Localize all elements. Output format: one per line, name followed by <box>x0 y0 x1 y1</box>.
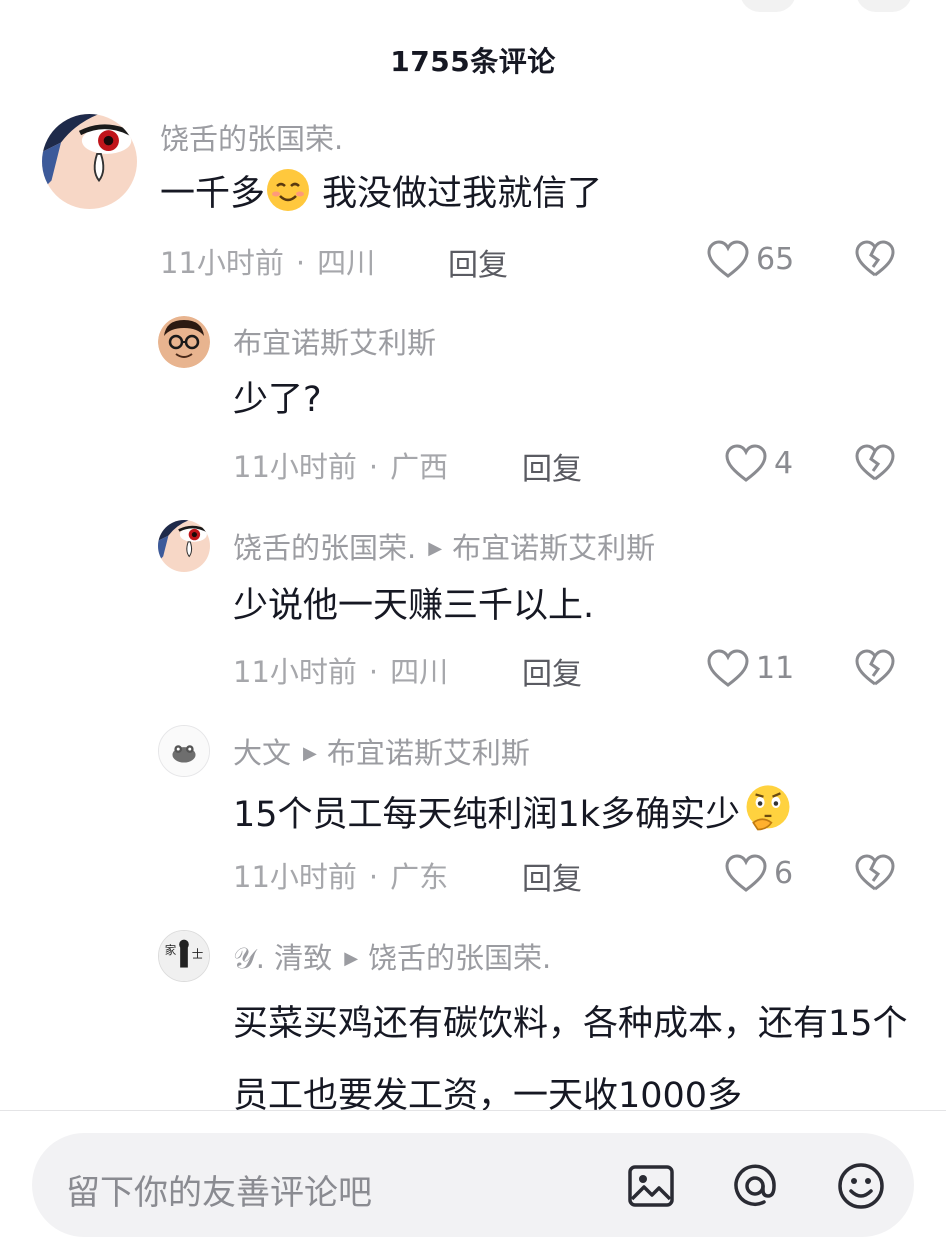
like-count: 65 <box>756 241 795 277</box>
like-count: 11 <box>756 650 795 686</box>
avatar[interactable]: 家 士 <box>158 930 210 982</box>
comment-username[interactable]: 饶舌的张国荣. <box>233 531 416 565</box>
comment-text: 买菜买鸡还有碳饮料，各种成本，还有15个员工也要发工资，一天收1000多 <box>233 1004 908 1110</box>
avatar[interactable] <box>158 316 210 368</box>
like-count: 6 <box>774 855 794 891</box>
meta-separator: · <box>295 246 306 280</box>
emoji-icon[interactable] <box>836 1161 886 1211</box>
comment-meta: 11小时前 · 四川 <box>160 240 375 282</box>
comment-time: 11小时前 <box>233 860 357 894</box>
comment-time: 11小时前 <box>160 246 284 280</box>
dislike-icon[interactable] <box>854 239 896 279</box>
comment-username-line: 𝒴. 清致 ▶ 饶舌的张国荣. <box>233 935 551 977</box>
comment-time: 11小时前 <box>233 450 357 484</box>
meta-separator: · <box>368 450 379 484</box>
reply-button[interactable]: 回复 <box>448 240 508 284</box>
comment-text: 少了? <box>233 380 322 420</box>
reply-to-username[interactable]: 布宜诺斯艾利斯 <box>327 736 530 770</box>
svg-text:士: 士 <box>192 947 204 961</box>
like-button[interactable]: 4 <box>724 439 793 487</box>
meta-separator: · <box>368 860 379 894</box>
comment-meta: 11小时前 · 四川 <box>233 649 448 691</box>
comment-meta: 11小时前 · 广东 <box>233 854 448 896</box>
reply-to-username[interactable]: 布宜诺斯艾利斯 <box>452 531 655 565</box>
avatar[interactable] <box>42 114 137 209</box>
svg-text:家: 家 <box>165 943 177 957</box>
comment-username-line: 大文 ▶ 布宜诺斯艾利斯 <box>233 730 530 772</box>
reply-arrow-icon: ▶ <box>303 743 317 764</box>
comment-input-placeholder: 留下你的友善评论吧 <box>66 1173 372 1213</box>
like-count: 4 <box>774 445 794 481</box>
comment-username[interactable]: 布宜诺斯艾利斯 <box>233 320 436 362</box>
reply-button[interactable]: 回复 <box>522 649 582 693</box>
heart-icon <box>707 649 749 687</box>
comment-text: 少说他一天赚三千以上. <box>233 586 595 626</box>
avatar[interactable] <box>158 520 210 572</box>
image-icon[interactable] <box>626 1161 676 1211</box>
comment-username[interactable]: 𝒴. 清致 <box>233 941 332 975</box>
comment-text: 15个员工每天纯利润1k多确实少 <box>233 782 796 843</box>
comment-list: 1755条评论 饶舌的张国荣. 一千多 我没做过我就信了 11小时前 · 四川 … <box>0 0 946 1110</box>
comment-location: 广东 <box>390 860 449 894</box>
comment-count-title: 1755条评论 <box>390 45 556 78</box>
comment-location: 四川 <box>390 655 449 689</box>
meta-separator: · <box>368 655 379 689</box>
comment-username-line: 饶舌的张国荣. ▶ 布宜诺斯艾利斯 <box>233 525 655 567</box>
comment-text-before: 一千多 <box>160 174 266 214</box>
comment-text-body: 15个员工每天纯利润1k多确实少 <box>233 795 741 835</box>
like-button[interactable]: 11 <box>706 644 794 692</box>
like-button[interactable]: 65 <box>706 235 794 283</box>
heart-icon <box>725 854 767 892</box>
reply-to-username[interactable]: 饶舌的张国荣. <box>368 941 551 975</box>
reply-arrow-icon: ▶ <box>428 538 443 559</box>
comment-time: 11小时前 <box>233 655 357 689</box>
heart-icon <box>707 240 749 278</box>
smiling-face-emoji <box>267 169 310 211</box>
like-button[interactable]: 6 <box>724 849 793 897</box>
heart-icon <box>725 444 767 482</box>
comment-meta: 11小时前 · 广西 <box>233 444 448 486</box>
at-icon[interactable] <box>730 1161 780 1211</box>
reply-arrow-icon: ▶ <box>344 948 359 969</box>
dislike-icon[interactable] <box>854 853 896 893</box>
comment-location: 广西 <box>390 450 449 484</box>
reply-button[interactable]: 回复 <box>522 444 582 488</box>
comment-location: 四川 <box>317 246 376 280</box>
comment-input-bar: 留下你的友善评论吧 <box>0 1111 946 1258</box>
thinking-face-emoji <box>746 785 790 831</box>
dislike-icon[interactable] <box>854 648 896 688</box>
comment-text-after: 我没做过我就信了 <box>311 174 603 214</box>
comment-username[interactable]: 大文 <box>233 736 291 770</box>
dislike-icon[interactable] <box>854 443 896 483</box>
comment-input[interactable]: 留下你的友善评论吧 <box>32 1133 914 1237</box>
avatar[interactable] <box>158 725 210 777</box>
comment-text: 一千多 我没做过我就信了 <box>160 166 602 222</box>
comment-username[interactable]: 饶舌的张国荣. <box>160 116 343 158</box>
reply-button[interactable]: 回复 <box>522 854 582 898</box>
